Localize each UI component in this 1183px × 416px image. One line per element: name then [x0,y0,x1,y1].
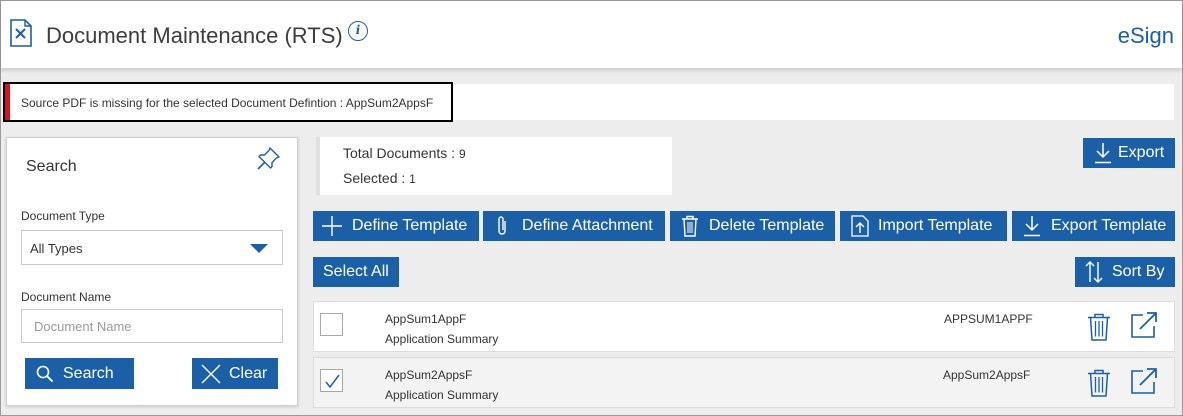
delete-template-label: Delete Template [709,217,825,234]
import-template-label: Import Template [878,217,993,234]
row-checkbox[interactable] [320,313,343,336]
close-icon [201,364,221,383]
select-all-label: Select All [323,263,389,280]
export-button-label: Export [1118,144,1165,161]
page-header: Document Maintenance (RTS) i eSign [1,1,1182,69]
alert-banner-background [453,84,1174,120]
document-type-value: All Types [30,241,83,256]
upload-icon [851,215,869,237]
document-code: APPSUM1APPF [944,312,1033,326]
trash-icon [682,215,698,237]
search-panel: Search Document Type All Types Document … [6,137,298,406]
paperclip-icon [498,216,506,235]
info-icon[interactable]: i [348,21,368,41]
chevron-down-icon [250,244,268,253]
document-row-selected[interactable]: AppSum2AppsF Application Summary AppSum2… [313,357,1175,408]
search-panel-title: Search [26,158,77,175]
alert-banner: Source PDF is missing for the selected D… [3,82,453,122]
document-row[interactable]: AppSum1AppF Application Summary APPSUM1A… [313,301,1175,352]
clear-button[interactable]: Clear [192,358,278,389]
open-external-icon[interactable] [1130,311,1158,339]
selected-documents-count: 1 [409,172,416,186]
brand-label: eSign [1117,23,1174,48]
document-code: AppSum2AppsF [943,368,1031,382]
export-template-button[interactable]: Export Template [1012,211,1175,241]
document-type-label: Document Type [21,209,105,223]
document-name: AppSum2AppsF [385,368,473,382]
selected-documents: Selected : 1 [343,170,416,186]
search-icon [36,365,54,382]
document-name-label: Document Name [21,290,112,304]
delete-template-button[interactable]: Delete Template [670,211,835,241]
page-title: Document Maintenance (RTS) [46,23,343,48]
sort-icon [1085,261,1103,283]
documents-summary: Total Documents : 9 Selected : 1 [316,137,672,195]
document-name-input[interactable] [21,309,283,343]
alert-status-bar [5,84,10,120]
download-icon [1024,216,1040,237]
search-button[interactable]: Search [25,358,134,389]
define-template-label: Define Template [352,217,468,234]
checkmark-icon [325,374,340,389]
define-attachment-button[interactable]: Define Attachment [483,211,665,241]
trash-icon[interactable] [1087,369,1111,397]
download-icon [1095,143,1111,164]
sort-by-button[interactable]: Sort By [1075,257,1175,287]
document-tools-icon [10,19,32,47]
plus-icon [322,216,342,236]
clear-button-label: Clear [229,364,268,382]
alert-message: Source PDF is missing for the selected D… [21,96,434,110]
select-all-button[interactable]: Select All [313,257,399,287]
total-documents-count: 9 [458,147,466,161]
document-name: AppSum1AppF [385,312,467,326]
document-type-select[interactable]: All Types [21,230,283,265]
total-documents: Total Documents : 9 [343,145,466,161]
export-template-label: Export Template [1051,217,1167,234]
trash-icon[interactable] [1087,313,1111,341]
define-template-button[interactable]: Define Template [313,211,479,241]
total-documents-label: Total Documents : [343,145,459,161]
sort-by-label: Sort By [1112,263,1165,280]
import-template-button[interactable]: Import Template [840,211,1007,241]
open-external-icon[interactable] [1130,367,1158,395]
define-attachment-label: Define Attachment [522,217,653,234]
export-button[interactable]: Export [1083,138,1175,168]
document-description: Application Summary [385,332,499,346]
document-description: Application Summary [385,388,499,402]
selected-documents-label: Selected : [343,170,410,186]
pin-icon[interactable] [257,146,281,170]
search-button-label: Search [63,364,114,382]
row-checkbox-checked[interactable] [320,369,343,392]
